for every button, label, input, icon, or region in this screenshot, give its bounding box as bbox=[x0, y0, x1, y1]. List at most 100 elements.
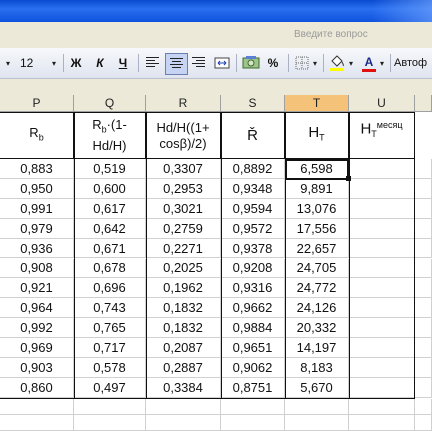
cell-q-row-10[interactable]: 0,717 bbox=[74, 338, 146, 358]
cell-next-col-row-12[interactable] bbox=[415, 377, 432, 398]
cell-next-col-row-5[interactable] bbox=[415, 238, 432, 259]
cell-s-row-10[interactable]: 0,9651 bbox=[221, 338, 285, 358]
cell-u-row-11[interactable] bbox=[349, 358, 415, 378]
cell-p-row-7[interactable]: 0,921 bbox=[0, 278, 74, 299]
cell-p-row-6[interactable]: 0,908 bbox=[0, 258, 74, 279]
cell-p-row-9[interactable]: 0,992 bbox=[0, 318, 74, 339]
cell-s-row-6[interactable]: 0,9208 bbox=[221, 258, 285, 279]
cell-t-row-5[interactable]: 22,657 bbox=[285, 238, 349, 259]
cell-q-row-7[interactable]: 0,696 bbox=[74, 278, 146, 299]
cell-s-row-4[interactable]: 0,9572 bbox=[221, 218, 285, 239]
cell-q-row-11[interactable]: 0,578 bbox=[74, 358, 146, 378]
cell-u-row-2[interactable] bbox=[349, 178, 415, 199]
empty-cell[interactable] bbox=[74, 415, 146, 431]
empty-cell[interactable] bbox=[415, 415, 432, 431]
column-header-r[interactable]: R bbox=[146, 95, 221, 112]
cell-next-col-row-1[interactable] bbox=[415, 159, 432, 179]
empty-cell[interactable] bbox=[285, 415, 349, 431]
currency-format-icon[interactable] bbox=[240, 53, 262, 73]
ask-question-box[interactable]: Введите вопрос bbox=[294, 29, 368, 40]
empty-cell[interactable] bbox=[0, 415, 74, 431]
cell-next-col-row-8[interactable] bbox=[415, 298, 432, 319]
cell-u-row-8[interactable] bbox=[349, 298, 415, 319]
cell-s-row-2[interactable]: 0,9348 bbox=[221, 178, 285, 199]
column-header-t[interactable]: T bbox=[285, 95, 349, 112]
cell-u-row-7[interactable] bbox=[349, 278, 415, 299]
cell-u-row-4[interactable] bbox=[349, 218, 415, 239]
column-header-s[interactable]: S bbox=[221, 95, 285, 112]
cell-q-row-2[interactable]: 0,600 bbox=[74, 178, 146, 199]
borders-icon[interactable] bbox=[293, 53, 311, 73]
cell-q-row-1[interactable]: 0,519 bbox=[74, 159, 146, 179]
empty-cell[interactable] bbox=[349, 399, 415, 415]
font-color-button[interactable]: A bbox=[360, 53, 378, 73]
header-cell-p[interactable]: Rb bbox=[0, 113, 74, 158]
cell-r-row-5[interactable]: 0,2271 bbox=[146, 238, 221, 259]
bold-button[interactable]: Ж bbox=[67, 53, 85, 73]
cell-next-col-row-10[interactable] bbox=[415, 338, 432, 358]
empty-cell[interactable] bbox=[415, 399, 432, 415]
column-header-u[interactable]: U bbox=[349, 95, 415, 112]
empty-cell[interactable] bbox=[349, 415, 415, 431]
cell-u-row-9[interactable] bbox=[349, 318, 415, 339]
cell-next-col-row-3[interactable] bbox=[415, 198, 432, 219]
cell-u-row-10[interactable] bbox=[349, 338, 415, 358]
empty-cell[interactable] bbox=[74, 399, 146, 415]
cell-t-row-7[interactable]: 24,772 bbox=[285, 278, 349, 299]
cell-t-row-3[interactable]: 13,076 bbox=[285, 198, 349, 219]
align-left-icon[interactable] bbox=[142, 53, 163, 73]
cell-q-row-5[interactable]: 0,671 bbox=[74, 238, 146, 259]
cell-s-row-3[interactable]: 0,9594 bbox=[221, 198, 285, 219]
font-size-field[interactable]: 12 bbox=[20, 53, 50, 73]
cell-p-row-10[interactable]: 0,969 bbox=[0, 338, 74, 358]
header-cell-q[interactable]: Rb·(1- Hd/H) bbox=[74, 113, 146, 158]
align-center-icon[interactable] bbox=[165, 53, 188, 75]
cell-t-row-6[interactable]: 24,705 bbox=[285, 258, 349, 279]
cell-r-row-8[interactable]: 0,1832 bbox=[146, 298, 221, 319]
cell-q-row-9[interactable]: 0,765 bbox=[74, 318, 146, 339]
empty-cell[interactable] bbox=[146, 415, 221, 431]
cell-q-row-6[interactable]: 0,678 bbox=[74, 258, 146, 279]
cell-r-row-12[interactable]: 0,3384 bbox=[146, 377, 221, 398]
cell-r-row-6[interactable]: 0,2025 bbox=[146, 258, 221, 279]
header-cell-u[interactable]: HTмесяц bbox=[349, 113, 415, 158]
header-cell-t[interactable]: HT bbox=[285, 113, 349, 158]
empty-cell[interactable] bbox=[285, 399, 349, 415]
cell-t-row-9[interactable]: 20,332 bbox=[285, 318, 349, 339]
cell-u-row-3[interactable] bbox=[349, 198, 415, 219]
underline-button[interactable]: Ч bbox=[114, 53, 132, 73]
cell-s-row-9[interactable]: 0,9884 bbox=[221, 318, 285, 339]
cell-s-row-1[interactable]: 0,8892 bbox=[221, 159, 285, 179]
cell-q-row-3[interactable]: 0,617 bbox=[74, 198, 146, 219]
font-color-dropdown-arrow[interactable]: ▾ bbox=[380, 53, 384, 73]
cell-r-row-4[interactable]: 0,2759 bbox=[146, 218, 221, 239]
cell-s-row-12[interactable]: 0,8751 bbox=[221, 377, 285, 398]
header-cell-r[interactable]: Hd/H((1+ cosβ)/2) bbox=[146, 113, 221, 158]
column-header-next[interactable] bbox=[415, 95, 432, 112]
cell-u-row-12[interactable] bbox=[349, 377, 415, 398]
empty-cell[interactable] bbox=[221, 399, 285, 415]
cell-p-row-3[interactable]: 0,991 bbox=[0, 198, 74, 219]
header-cell-s[interactable]: Ř bbox=[221, 113, 285, 158]
cell-s-row-7[interactable]: 0,9316 bbox=[221, 278, 285, 299]
cell-next-col-row-6[interactable] bbox=[415, 258, 432, 279]
fill-color-dropdown-arrow[interactable]: ▾ bbox=[349, 53, 353, 73]
cell-p-row-12[interactable]: 0,860 bbox=[0, 377, 74, 398]
empty-cell[interactable] bbox=[0, 399, 74, 415]
cell-t-row-4[interactable]: 17,556 bbox=[285, 218, 349, 239]
font-name-dropdown-arrow[interactable]: ▾ bbox=[6, 53, 10, 73]
empty-cell[interactable] bbox=[146, 399, 221, 415]
cell-q-row-4[interactable]: 0,642 bbox=[74, 218, 146, 239]
cell-p-row-8[interactable]: 0,964 bbox=[0, 298, 74, 319]
fill-handle[interactable] bbox=[346, 175, 351, 181]
cell-r-row-11[interactable]: 0,2887 bbox=[146, 358, 221, 378]
cell-p-row-2[interactable]: 0,950 bbox=[0, 178, 74, 199]
cell-u-row-1[interactable] bbox=[349, 159, 415, 179]
cell-next-col-row-9[interactable] bbox=[415, 318, 432, 339]
empty-cell[interactable] bbox=[221, 415, 285, 431]
cell-s-row-8[interactable]: 0,9662 bbox=[221, 298, 285, 319]
cell-next-col-row-4[interactable] bbox=[415, 218, 432, 239]
cell-r-row-10[interactable]: 0,2087 bbox=[146, 338, 221, 358]
cell-t-row-10[interactable]: 14,197 bbox=[285, 338, 349, 358]
autoformat-button[interactable]: Автоф bbox=[394, 53, 432, 73]
